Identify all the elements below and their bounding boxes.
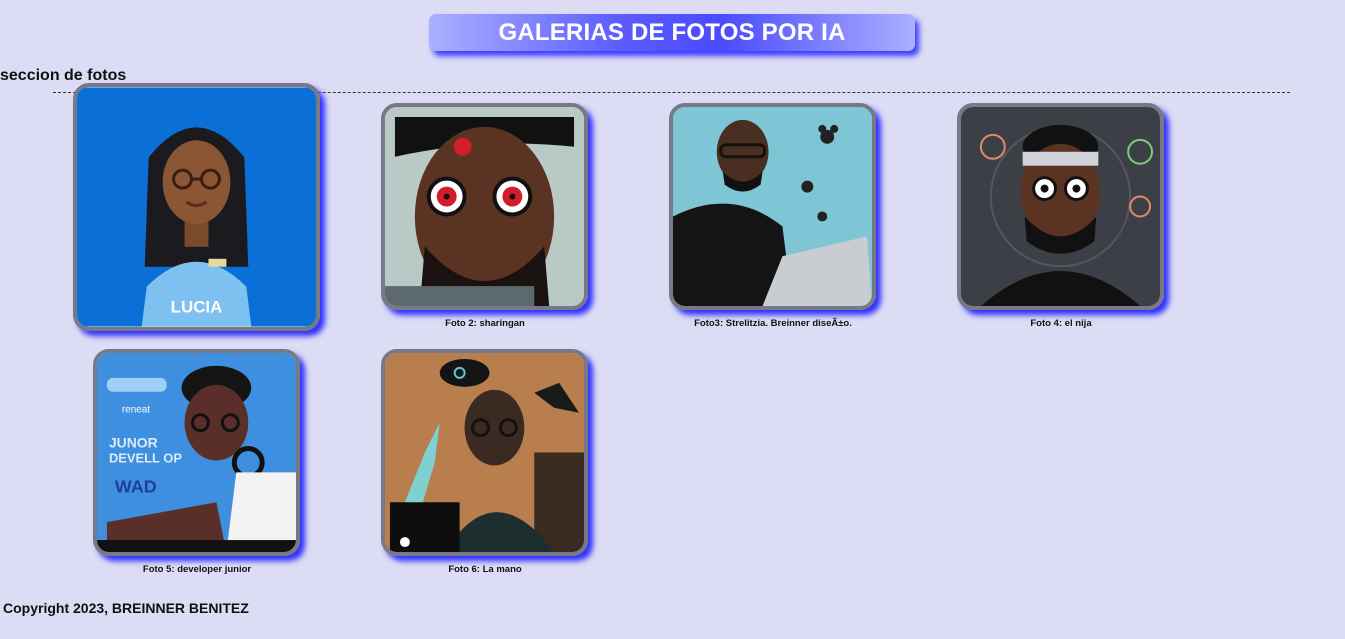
photo-card-5[interactable]: reneat JUNOR DEVELL OP WAD (93, 349, 300, 556)
photo-card-6[interactable] (381, 349, 588, 556)
photo-lucia: LUCIA (77, 87, 316, 327)
image-text-wad: WAD (115, 476, 157, 496)
photo-developer-junior: reneat JUNOR DEVELL OP WAD (97, 353, 296, 552)
page-title: GALERIAS DE FOTOS POR IA (498, 18, 846, 46)
photo-lucia-label: LUCIA (171, 298, 223, 317)
photo-strelitzia (673, 107, 872, 306)
photo-card-2[interactable] (381, 103, 588, 310)
photo-caption-6: Foto 6: La mano (448, 564, 522, 575)
footer-copyright: Copyright 2023, BREINNER BENITEZ (3, 600, 249, 616)
image-text-junor: JUNOR (109, 435, 158, 451)
photo-sharingan (385, 107, 584, 306)
photo-caption-5: Foto 5: developer junior (142, 564, 252, 575)
image-text-reneat: reneat (122, 405, 150, 416)
photo-caption-4: Foto 4: el nija (1030, 318, 1092, 329)
photo-card-1[interactable]: LUCIA (73, 83, 320, 331)
photo-caption-2: Foto 2: sharingan (445, 318, 525, 329)
photo-card-3[interactable] (669, 103, 876, 310)
photo-caption-3: Foto3: Strelitzia. Breinner diseÃ±o. (694, 318, 852, 329)
image-text-devellop: DEVELL OP (109, 450, 182, 465)
photo-la-mano (385, 353, 584, 552)
gallery-page: GALERIAS DE FOTOS POR IA seccion de foto… (0, 0, 1345, 639)
photo-card-4[interactable] (957, 103, 1164, 310)
title-banner: GALERIAS DE FOTOS POR IA (429, 14, 915, 51)
photo-ninja (961, 107, 1160, 306)
